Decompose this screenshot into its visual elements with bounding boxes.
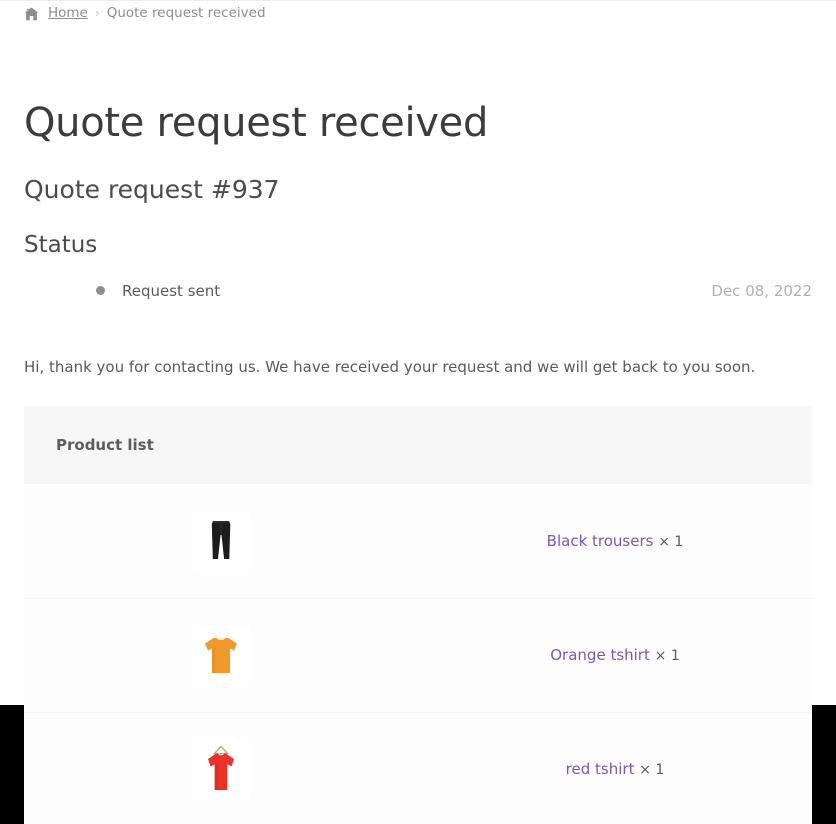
quote-request-received-page: Home › Quote request received Quote requ… bbox=[0, 0, 836, 824]
breadcrumb-separator: › bbox=[94, 5, 100, 20]
product-name-cell: red tshirt × 1 bbox=[418, 712, 812, 824]
status-timeline: Request sent Dec 08, 2022 bbox=[24, 280, 812, 302]
black-trousers-thumbnail-icon[interactable] bbox=[192, 511, 250, 570]
status-date: Dec 08, 2022 bbox=[711, 281, 812, 300]
product-quantity: × 1 bbox=[654, 648, 680, 665]
status-dot-icon bbox=[96, 286, 105, 296]
product-name-cell: Orange tshirt × 1 bbox=[418, 598, 812, 713]
status-heading: Status bbox=[24, 232, 98, 258]
product-link[interactable]: Black trousers bbox=[547, 532, 654, 550]
status-label: Request sent bbox=[122, 281, 221, 300]
page-title: Quote request received bbox=[24, 100, 489, 146]
product-name-cell: Black trousers × 1 bbox=[418, 484, 812, 599]
product-list-header: Product list bbox=[24, 406, 812, 485]
product-quantity: × 1 bbox=[658, 533, 684, 550]
confirmation-message: Hi, thank you for contacting us. We have… bbox=[24, 357, 756, 376]
product-list-body: Black trousers × 1 Orange tshirt × 1 red… bbox=[24, 484, 812, 824]
product-thumbnail-cell bbox=[24, 598, 418, 713]
breadcrumb: Home › Quote request received bbox=[24, 0, 812, 22]
table-row: red tshirt × 1 bbox=[24, 712, 812, 824]
content-column: Home › Quote request received Quote requ… bbox=[0, 0, 836, 824]
product-list-header-row: Product list bbox=[24, 406, 812, 485]
status-row: Request sent Dec 08, 2022 bbox=[24, 280, 812, 302]
home-icon[interactable] bbox=[24, 7, 39, 21]
quote-request-number: Quote request #937 bbox=[24, 175, 280, 204]
orange-tshirt-thumbnail-icon[interactable] bbox=[192, 626, 250, 685]
breadcrumb-current: Quote request received bbox=[106, 4, 266, 21]
table-row: Black trousers × 1 bbox=[24, 484, 812, 599]
product-link[interactable]: red tshirt bbox=[566, 760, 635, 778]
product-thumbnail-cell bbox=[24, 484, 418, 599]
product-link[interactable]: Orange tshirt bbox=[550, 646, 650, 664]
table-row: Orange tshirt × 1 bbox=[24, 598, 812, 713]
red-tshirt-thumbnail-icon[interactable] bbox=[192, 740, 250, 799]
product-list-thead: Product list bbox=[24, 406, 812, 485]
top-divider bbox=[0, 0, 836, 1]
product-thumbnail-cell bbox=[24, 712, 418, 824]
product-quantity: × 1 bbox=[639, 762, 665, 779]
product-list-table: Product list Black trousers × 1 Orange t… bbox=[24, 406, 812, 824]
breadcrumb-home-link[interactable]: Home bbox=[48, 5, 88, 21]
